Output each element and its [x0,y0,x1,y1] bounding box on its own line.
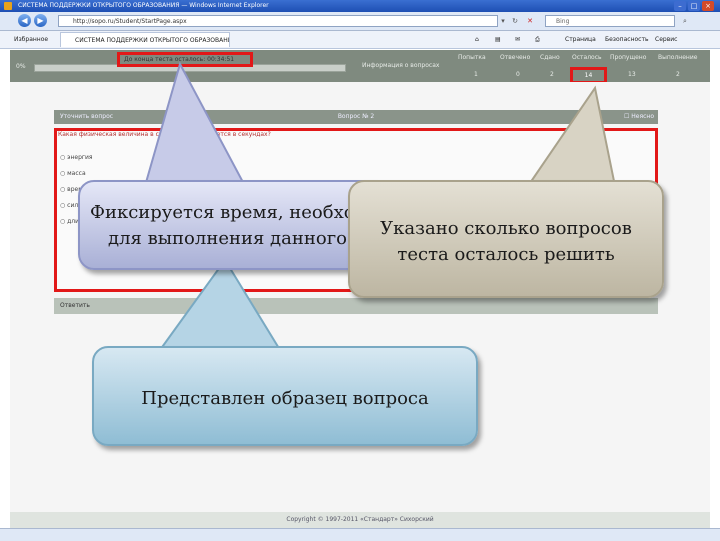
pointer-question [158,258,282,351]
pointer-timer [143,61,247,187]
pointer-remaining [526,85,617,187]
callout-remaining: Указано сколько вопросов теста осталось … [348,180,664,298]
callout-timer: Фиксируется время, необходимое для выпол… [78,180,413,270]
callout-question: Представлен образец вопроса [92,346,478,446]
callout-remaining-line1: Указано сколько вопросов [380,218,632,239]
callout-question-text: Представлен образец вопроса [141,388,429,409]
callout-remaining-line2: теста осталось решить [397,244,615,265]
